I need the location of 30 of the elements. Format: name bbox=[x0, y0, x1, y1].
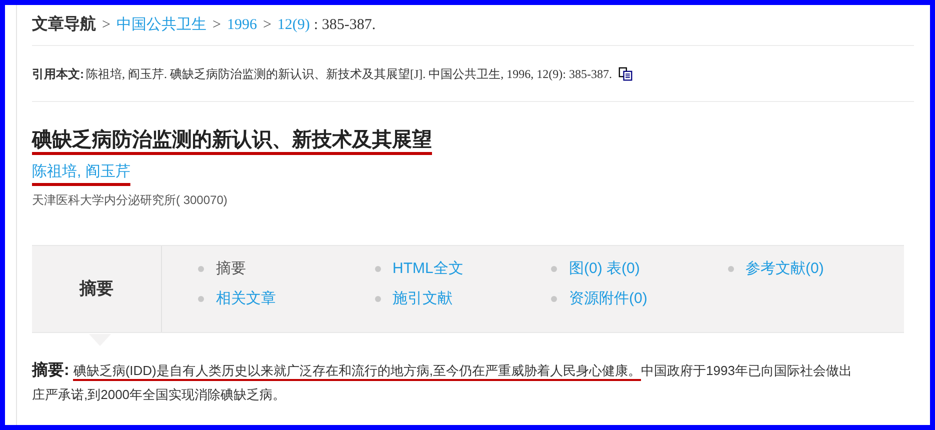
bullet-icon bbox=[728, 266, 734, 272]
section-link[interactable]: 图(0) 表(0) bbox=[569, 259, 640, 279]
author-link[interactable]: 陈祖培, 阎玉芹 bbox=[32, 159, 130, 185]
section-link[interactable]: 施引文献 bbox=[392, 289, 452, 309]
citation-text: 陈祖培, 阎玉芹. 碘缺乏病防治监测的新认识、新技术及其展望[J]. 中国公共卫生, 1996, 12(9): 385-387. bbox=[86, 66, 612, 82]
breadcrumb-separator: > bbox=[212, 16, 221, 35]
section-heading: 摘要 bbox=[32, 246, 162, 332]
article-title: 碘缺乏病防治监测的新认识、新技术及其展望 bbox=[32, 128, 432, 153]
affiliation-text: 天津医科大学内分泌研究所( 300070) bbox=[32, 192, 228, 209]
section-link[interactable]: HTML全文 bbox=[392, 259, 464, 279]
section-label: 摘要 bbox=[216, 259, 246, 279]
breadcrumb-link[interactable]: 12(9) bbox=[277, 14, 310, 36]
breadcrumb-separator: > bbox=[102, 16, 110, 35]
bullet-icon bbox=[551, 296, 557, 302]
bullet-icon bbox=[198, 296, 204, 302]
breadcrumb-link[interactable]: 1996 bbox=[226, 14, 257, 36]
citation-label: 引用本文: bbox=[32, 66, 84, 82]
abstract-text: 摘要: 碘缺乏病(IDD)是自有人类历史以来就广泛存在和流行的地方病,至今仍在严重威胁着人民身心健康。中国政府于1993年已向国际社会做出庄严承诺,到2000年全国实现消除碘缺乏病。 bbox=[32, 360, 853, 404]
breadcrumb-link[interactable]: 中国公共卫生 bbox=[116, 14, 206, 36]
breadcrumb-label: 文章导航 bbox=[32, 14, 96, 35]
bullet-icon bbox=[198, 266, 204, 272]
section-link[interactable]: 相关文章 bbox=[216, 289, 276, 309]
bullet-icon bbox=[551, 266, 557, 272]
breadcrumb-separator: > bbox=[262, 16, 272, 35]
bullet-icon bbox=[374, 266, 380, 272]
page-range: : 385-387. bbox=[314, 16, 376, 35]
section-link[interactable]: 参考文献(0) bbox=[746, 259, 824, 279]
bullet-icon bbox=[374, 296, 380, 302]
section-link[interactable]: 资源附件(0) bbox=[569, 289, 648, 309]
copy-icon[interactable] bbox=[618, 66, 633, 80]
